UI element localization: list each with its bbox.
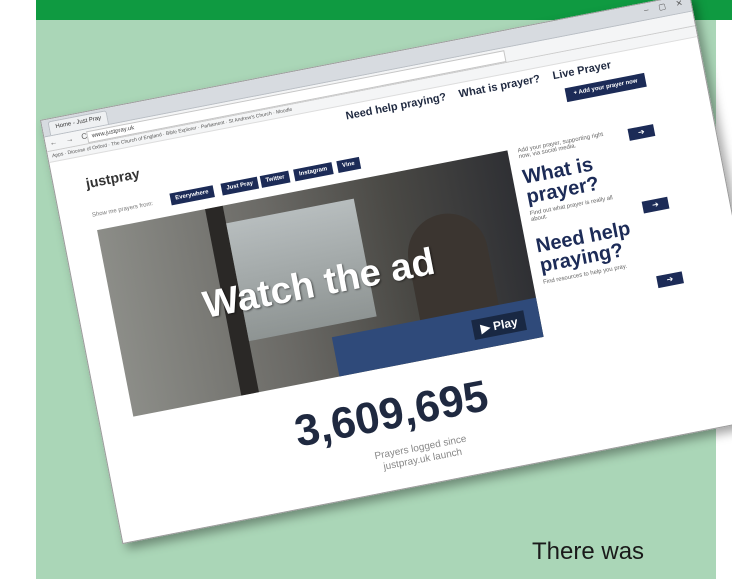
filter-twitter-button[interactable]: Twitter [259,170,291,188]
caption-text: There was [532,538,645,565]
window-controls[interactable]: – ▢ ✕ [643,0,687,15]
arrow-icon[interactable]: ➔ [627,124,656,141]
sidebar: Add your prayer, supporting right now, v… [517,114,720,289]
filter-instagram-button[interactable]: Instagram [293,162,334,182]
filter-vine-button[interactable]: Vine [336,156,361,173]
arrow-icon[interactable]: ➔ [656,271,684,289]
filter-label: Show me prayers from: [91,201,154,219]
arrow-icon[interactable]: ➔ [641,196,670,214]
filter-just-pray-button[interactable]: Just Pray [220,176,260,196]
site-logo[interactable]: justpray [84,165,141,191]
filter-everywhere-button[interactable]: Everywhere [169,185,215,206]
